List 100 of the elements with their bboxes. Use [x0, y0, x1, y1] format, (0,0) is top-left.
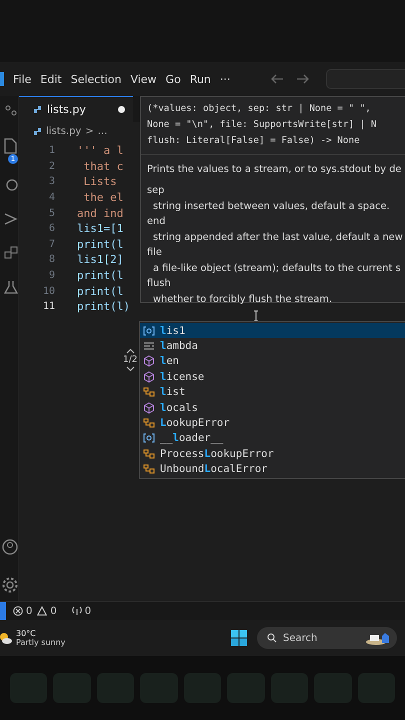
suggestion-label: LookupError [160, 417, 230, 430]
suggestion-item[interactable]: lambda [140, 338, 405, 354]
search-icon [267, 633, 277, 643]
windows-logo-icon[interactable] [231, 630, 247, 646]
error-icon[interactable] [13, 606, 23, 616]
tab-label: lists.py [47, 103, 87, 116]
doc-text: Prints the values to a stream, or to sys.stdout by de [147, 164, 399, 175]
suggestion-label: lambda [160, 340, 198, 352]
suggestion-label: license [160, 370, 204, 383]
keyword-icon [143, 341, 155, 352]
extensions-icon[interactable] [4, 246, 18, 260]
suggestion-item[interactable]: ProcessLookupError [140, 446, 405, 462]
error-count: 0 [26, 606, 32, 616]
menu-item[interactable]: ··· [220, 72, 230, 86]
breadcrumb-separator: > [85, 126, 94, 137]
overload-counter: 1/2 [123, 355, 138, 365]
line-number: 1 [48, 145, 55, 156]
python-file-icon [33, 127, 42, 136]
signature-line: None = "\n", file: SupportsWrite[str] | N [147, 118, 378, 132]
suggestion-item[interactable]: license [140, 369, 405, 385]
line-number: 11 [42, 301, 55, 312]
menu-item[interactable]: Selection [70, 72, 122, 86]
signature-line: flush: Literal[False] = False) -> None [147, 134, 361, 148]
code-line: Lists [82, 175, 117, 188]
taskbar-search-field[interactable]: Search [257, 627, 397, 649]
code-line: print(l [77, 284, 124, 298]
parameter-name: file [147, 246, 163, 260]
suggestion-item[interactable]: len [140, 354, 405, 370]
weather-icon[interactable] [0, 632, 12, 644]
line-number: 10 [42, 286, 55, 297]
chevron-down-icon[interactable] [126, 366, 135, 372]
suggestion-label: lis1 [160, 324, 186, 337]
code-line: print(l) [77, 300, 130, 314]
suggestion-label: len [160, 355, 179, 368]
suggestion-item[interactable]: UnboundLocalError [140, 462, 405, 477]
antenna-icon[interactable] [72, 606, 82, 616]
line-number: 6 [48, 223, 55, 234]
class-icon [143, 448, 155, 460]
suggestion-item[interactable]: LookupError [140, 415, 405, 431]
suggestion-item[interactable]: lis1 [140, 323, 405, 338]
editor-tab[interactable]: lists.py [19, 96, 133, 122]
warning-count: 0 [50, 606, 57, 616]
menu-item[interactable]: File [13, 72, 32, 86]
suggestion-label: UnboundLocalError [160, 463, 268, 476]
settings-icon[interactable] [2, 577, 18, 593]
warning-icon[interactable] [37, 606, 48, 616]
suggestion-label: list [160, 386, 186, 398]
app-logo-icon [0, 72, 4, 86]
parameter-name: flush [147, 277, 172, 291]
source-control-icon[interactable] [4, 104, 18, 118]
parameter-description: string inserted between values, default a space. [152, 200, 391, 214]
breadcrumb-item[interactable]: ... [98, 126, 108, 137]
code-line: lis1[2] [77, 253, 124, 266]
menu-item[interactable]: View [130, 72, 157, 86]
suggestion-item[interactable]: __loader__ [140, 430, 405, 446]
ports-count: 0 [84, 606, 92, 616]
code-line: the el [82, 191, 124, 204]
line-number: 3 [48, 176, 55, 188]
search-icon[interactable] [4, 178, 18, 192]
forward-arrow-icon[interactable] [296, 74, 310, 84]
line-number: 2 [48, 160, 55, 172]
suggestion-item[interactable]: list [140, 384, 405, 400]
cube-icon [143, 370, 155, 383]
class-icon [143, 463, 155, 476]
line-number: 5 [48, 208, 55, 219]
suggestion-item[interactable]: locals [140, 400, 405, 416]
variable-icon [143, 433, 155, 444]
class-icon [143, 386, 155, 398]
suggestion-label: locals [160, 402, 198, 414]
line-number: 8 [48, 254, 55, 266]
variable-icon [143, 326, 155, 336]
line-number: 4 [48, 192, 55, 204]
temperature-text: 30°C [16, 629, 37, 638]
code-line: lis1=[1 [77, 222, 124, 236]
cube-icon [143, 355, 155, 368]
files-icon[interactable] [4, 138, 18, 154]
flask-icon[interactable] [4, 280, 18, 294]
text-cursor-icon [253, 310, 259, 322]
back-arrow-icon[interactable] [270, 74, 284, 84]
menu-item[interactable]: Go [166, 72, 181, 86]
code-line: and ind [77, 206, 124, 220]
parameter-description: whether to forcibly flush the stream. [152, 292, 334, 306]
code-line: ''' a l [77, 144, 124, 158]
code-line: print(l [77, 238, 124, 251]
code-line: print(l [77, 269, 124, 282]
suggestion-label: ProcessLookupError [160, 448, 274, 460]
parameter-name: sep [147, 184, 166, 198]
signature-line: (*values: object, sep: str | None = " ", [147, 102, 372, 116]
class-icon [143, 417, 155, 430]
menu-item[interactable]: Edit [40, 72, 62, 86]
cube-icon [143, 402, 155, 414]
chevron-up-icon[interactable] [126, 348, 135, 354]
run-icon[interactable] [4, 212, 18, 226]
menu-item[interactable]: Run [190, 72, 211, 86]
breadcrumb-item[interactable]: lists.py [46, 126, 82, 137]
parameter-description: a file-like object (stream); defaults to the current s [152, 262, 399, 276]
code-line: that c [82, 160, 124, 173]
search-highlight-drawing [365, 631, 391, 645]
account-icon[interactable] [2, 539, 18, 555]
weather-text: Partly sunny [16, 638, 66, 647]
